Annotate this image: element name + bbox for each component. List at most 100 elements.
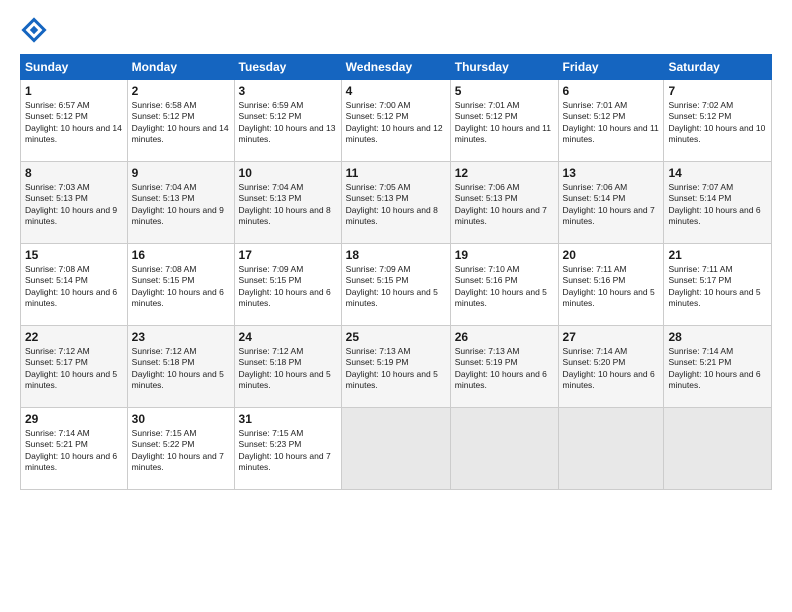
day-info: Sunrise: 7:04 AMSunset: 5:13 PMDaylight:… bbox=[132, 182, 230, 228]
day-info: Sunrise: 7:02 AMSunset: 5:12 PMDaylight:… bbox=[668, 100, 767, 146]
day-number: 10 bbox=[239, 166, 337, 180]
day-info: Sunrise: 7:14 AMSunset: 5:21 PMDaylight:… bbox=[668, 346, 767, 392]
day-number: 24 bbox=[239, 330, 337, 344]
day-info: Sunrise: 7:11 AMSunset: 5:16 PMDaylight:… bbox=[563, 264, 660, 310]
day-info: Sunrise: 7:13 AMSunset: 5:19 PMDaylight:… bbox=[346, 346, 446, 392]
table-row: 19Sunrise: 7:10 AMSunset: 5:16 PMDayligh… bbox=[450, 244, 558, 326]
day-number: 13 bbox=[563, 166, 660, 180]
day-number: 2 bbox=[132, 84, 230, 98]
table-row: 29Sunrise: 7:14 AMSunset: 5:21 PMDayligh… bbox=[21, 408, 128, 490]
day-info: Sunrise: 7:14 AMSunset: 5:20 PMDaylight:… bbox=[563, 346, 660, 392]
day-info: Sunrise: 7:11 AMSunset: 5:17 PMDaylight:… bbox=[668, 264, 767, 310]
day-info: Sunrise: 7:08 AMSunset: 5:15 PMDaylight:… bbox=[132, 264, 230, 310]
table-row bbox=[664, 408, 772, 490]
table-row: 8 Sunrise: 7:03 AMSunset: 5:13 PMDaylight… bbox=[21, 162, 128, 244]
day-info: Sunrise: 7:13 AMSunset: 5:19 PMDaylight:… bbox=[455, 346, 554, 392]
table-row: 26 Sunrise: 7:13 AMSunset: 5:19 PMDayligh… bbox=[450, 326, 558, 408]
day-info: Sunrise: 7:12 AMSunset: 5:18 PMDaylight:… bbox=[132, 346, 230, 392]
day-number: 6 bbox=[563, 84, 660, 98]
day-info: Sunrise: 6:58 AMSunset: 5:12 PMDaylight:… bbox=[132, 100, 230, 146]
day-number: 20 bbox=[563, 248, 660, 262]
day-number: 25 bbox=[346, 330, 446, 344]
calendar-table: Sunday Monday Tuesday Wednesday Thursday… bbox=[20, 54, 772, 490]
table-row: 22 Sunrise: 7:12 AMSunset: 5:17 PMDayligh… bbox=[21, 326, 128, 408]
day-number: 28 bbox=[668, 330, 767, 344]
day-number: 12 bbox=[455, 166, 554, 180]
day-number: 31 bbox=[239, 412, 337, 426]
day-number: 1 bbox=[25, 84, 123, 98]
table-row: 14 Sunrise: 7:07 AMSunset: 5:14 PMDayligh… bbox=[664, 162, 772, 244]
day-number: 23 bbox=[132, 330, 230, 344]
day-info: Sunrise: 7:06 AMSunset: 5:14 PMDaylight:… bbox=[563, 182, 660, 228]
logo bbox=[20, 16, 52, 44]
col-tuesday: Tuesday bbox=[234, 55, 341, 80]
calendar-week-2: 8 Sunrise: 7:03 AMSunset: 5:13 PMDaylight… bbox=[21, 162, 772, 244]
day-number: 26 bbox=[455, 330, 554, 344]
col-friday: Friday bbox=[558, 55, 664, 80]
day-number: 17 bbox=[239, 248, 337, 262]
table-row: 7Sunrise: 7:02 AMSunset: 5:12 PMDaylight… bbox=[664, 80, 772, 162]
day-info: Sunrise: 7:12 AMSunset: 5:18 PMDaylight:… bbox=[239, 346, 337, 392]
day-info: Sunrise: 7:09 AMSunset: 5:15 PMDaylight:… bbox=[346, 264, 446, 310]
day-info: Sunrise: 7:05 AMSunset: 5:13 PMDaylight:… bbox=[346, 182, 446, 228]
day-number: 8 bbox=[25, 166, 123, 180]
day-info: Sunrise: 7:07 AMSunset: 5:14 PMDaylight:… bbox=[668, 182, 767, 228]
table-row: 3 Sunrise: 6:59 AMSunset: 5:12 PMDaylight… bbox=[234, 80, 341, 162]
table-row: 13 Sunrise: 7:06 AMSunset: 5:14 PMDayligh… bbox=[558, 162, 664, 244]
day-number: 4 bbox=[346, 84, 446, 98]
table-row: 30Sunrise: 7:15 AMSunset: 5:22 PMDayligh… bbox=[127, 408, 234, 490]
table-row: 9 Sunrise: 7:04 AMSunset: 5:13 PMDaylight… bbox=[127, 162, 234, 244]
table-row: 24 Sunrise: 7:12 AMSunset: 5:18 PMDayligh… bbox=[234, 326, 341, 408]
day-info: Sunrise: 7:00 AMSunset: 5:12 PMDaylight:… bbox=[346, 100, 446, 146]
day-info: Sunrise: 6:57 AMSunset: 5:12 PMDaylight:… bbox=[25, 100, 123, 146]
day-info: Sunrise: 7:12 AMSunset: 5:17 PMDaylight:… bbox=[25, 346, 123, 392]
table-row: 21 Sunrise: 7:11 AMSunset: 5:17 PMDayligh… bbox=[664, 244, 772, 326]
day-info: Sunrise: 7:15 AMSunset: 5:23 PMDaylight:… bbox=[239, 428, 337, 474]
day-info: Sunrise: 7:03 AMSunset: 5:13 PMDaylight:… bbox=[25, 182, 123, 228]
page: Sunday Monday Tuesday Wednesday Thursday… bbox=[0, 0, 792, 612]
day-number: 11 bbox=[346, 166, 446, 180]
table-row: 25 Sunrise: 7:13 AMSunset: 5:19 PMDayligh… bbox=[341, 326, 450, 408]
day-number: 14 bbox=[668, 166, 767, 180]
col-monday: Monday bbox=[127, 55, 234, 80]
table-row: 5Sunrise: 7:01 AMSunset: 5:12 PMDaylight… bbox=[450, 80, 558, 162]
day-info: Sunrise: 7:14 AMSunset: 5:21 PMDaylight:… bbox=[25, 428, 123, 474]
day-info: Sunrise: 7:01 AMSunset: 5:12 PMDaylight:… bbox=[563, 100, 660, 146]
table-row: 28 Sunrise: 7:14 AMSunset: 5:21 PMDayligh… bbox=[664, 326, 772, 408]
calendar-week-5: 29Sunrise: 7:14 AMSunset: 5:21 PMDayligh… bbox=[21, 408, 772, 490]
day-info: Sunrise: 7:06 AMSunset: 5:13 PMDaylight:… bbox=[455, 182, 554, 228]
day-info: Sunrise: 7:09 AMSunset: 5:15 PMDaylight:… bbox=[239, 264, 337, 310]
day-number: 27 bbox=[563, 330, 660, 344]
day-number: 22 bbox=[25, 330, 123, 344]
day-info: Sunrise: 6:59 AMSunset: 5:12 PMDaylight:… bbox=[239, 100, 337, 146]
table-row: 16 Sunrise: 7:08 AMSunset: 5:15 PMDayligh… bbox=[127, 244, 234, 326]
table-row bbox=[558, 408, 664, 490]
table-row: 27 Sunrise: 7:14 AMSunset: 5:20 PMDayligh… bbox=[558, 326, 664, 408]
day-number: 18 bbox=[346, 248, 446, 262]
table-row: 23 Sunrise: 7:12 AMSunset: 5:18 PMDayligh… bbox=[127, 326, 234, 408]
calendar-week-3: 15 Sunrise: 7:08 AMSunset: 5:14 PMDayligh… bbox=[21, 244, 772, 326]
header-row: Sunday Monday Tuesday Wednesday Thursday… bbox=[21, 55, 772, 80]
day-info: Sunrise: 7:01 AMSunset: 5:12 PMDaylight:… bbox=[455, 100, 554, 146]
table-row: 20 Sunrise: 7:11 AMSunset: 5:16 PMDayligh… bbox=[558, 244, 664, 326]
table-row: 18 Sunrise: 7:09 AMSunset: 5:15 PMDayligh… bbox=[341, 244, 450, 326]
table-row: 6 Sunrise: 7:01 AMSunset: 5:12 PMDaylight… bbox=[558, 80, 664, 162]
day-number: 15 bbox=[25, 248, 123, 262]
day-number: 9 bbox=[132, 166, 230, 180]
table-row: 15 Sunrise: 7:08 AMSunset: 5:14 PMDayligh… bbox=[21, 244, 128, 326]
table-row: 31 Sunrise: 7:15 AMSunset: 5:23 PMDayligh… bbox=[234, 408, 341, 490]
day-info: Sunrise: 7:08 AMSunset: 5:14 PMDaylight:… bbox=[25, 264, 123, 310]
col-saturday: Saturday bbox=[664, 55, 772, 80]
table-row: 4 Sunrise: 7:00 AMSunset: 5:12 PMDaylight… bbox=[341, 80, 450, 162]
table-row: 11 Sunrise: 7:05 AMSunset: 5:13 PMDayligh… bbox=[341, 162, 450, 244]
day-info: Sunrise: 7:04 AMSunset: 5:13 PMDaylight:… bbox=[239, 182, 337, 228]
col-thursday: Thursday bbox=[450, 55, 558, 80]
logo-icon bbox=[20, 16, 48, 44]
day-number: 3 bbox=[239, 84, 337, 98]
day-number: 16 bbox=[132, 248, 230, 262]
table-row: 10 Sunrise: 7:04 AMSunset: 5:13 PMDayligh… bbox=[234, 162, 341, 244]
day-number: 19 bbox=[455, 248, 554, 262]
table-row: 12 Sunrise: 7:06 AMSunset: 5:13 PMDayligh… bbox=[450, 162, 558, 244]
table-row bbox=[450, 408, 558, 490]
day-number: 21 bbox=[668, 248, 767, 262]
